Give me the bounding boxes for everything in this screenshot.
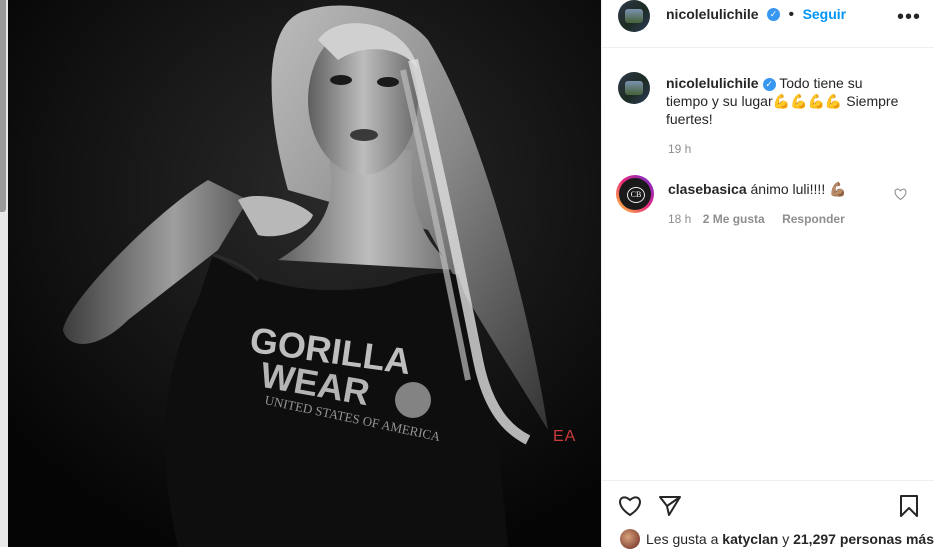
verified-badge-icon: ✓ xyxy=(762,77,776,91)
author-row: nicolelulichile ✓ • Seguir xyxy=(666,6,846,24)
liker-username[interactable]: katyclan xyxy=(722,531,778,547)
commenter-avatar-ring[interactable]: CB xyxy=(616,175,654,213)
likes-summary: Les gusta a katyclan y 21,297 personas m… xyxy=(646,531,934,547)
post-image[interactable]: GORILLA WEAR UNITED STATES OF AMERICA EA xyxy=(8,0,601,547)
post-actions: Les gusta a katyclan y 21,297 personas m… xyxy=(602,480,934,549)
author-username[interactable]: nicolelulichile xyxy=(666,6,759,22)
liker-avatar[interactable] xyxy=(620,529,640,549)
caption-avatar[interactable] xyxy=(618,72,650,104)
flexed-biceps-emoji: 💪🏽 xyxy=(829,181,847,197)
likes-prefix: Les gusta a xyxy=(646,531,719,547)
scrollbar-thumb[interactable] xyxy=(0,0,6,212)
likes-middle: y xyxy=(782,531,790,547)
comment: clasebasica ánimo luli!!!! 💪🏽 xyxy=(668,180,847,198)
comment-meta: 18 h 2 Me gusta Responder xyxy=(668,212,845,226)
author-avatar[interactable] xyxy=(618,0,650,32)
save-bookmark-icon[interactable] xyxy=(898,494,920,518)
separator-dot: • xyxy=(788,6,795,23)
verified-badge-icon: ✓ xyxy=(767,8,781,22)
comment-likes[interactable]: 2 Me gusta xyxy=(703,212,765,226)
caption-time[interactable]: 19 h xyxy=(668,142,691,156)
flexed-biceps-emojis: 💪💪💪💪 xyxy=(772,93,843,109)
follow-button[interactable]: Seguir xyxy=(803,6,847,22)
comment-time[interactable]: 18 h xyxy=(668,212,691,226)
clasebasica-logo-icon: CB xyxy=(627,187,645,203)
comment-username[interactable]: clasebasica xyxy=(668,181,747,197)
share-paper-plane-icon[interactable] xyxy=(658,495,682,517)
post-header: nicolelulichile ✓ • Seguir ••• xyxy=(602,0,934,48)
more-options-icon[interactable]: ••• xyxy=(897,6,921,29)
scrollbar[interactable] xyxy=(0,0,8,547)
like-heart-icon[interactable] xyxy=(618,495,642,517)
comment-like-heart-icon[interactable] xyxy=(894,188,907,200)
caption-username[interactable]: nicolelulichile xyxy=(666,75,759,91)
photo-watermark: EA xyxy=(553,428,577,445)
likes-count[interactable]: 21,297 personas más xyxy=(793,531,934,547)
commenter-avatar: CB xyxy=(619,178,651,210)
post-side-panel: nicolelulichile ✓ • Seguir ••• nicolelul… xyxy=(601,0,934,549)
post-photo-illustration: GORILLA WEAR UNITED STATES OF AMERICA xyxy=(8,0,601,547)
comment-text: ánimo luli!!!! xyxy=(750,181,826,197)
reply-button[interactable]: Responder xyxy=(782,212,845,226)
caption: nicolelulichile ✓ Todo tiene su tiempo y … xyxy=(666,74,906,128)
